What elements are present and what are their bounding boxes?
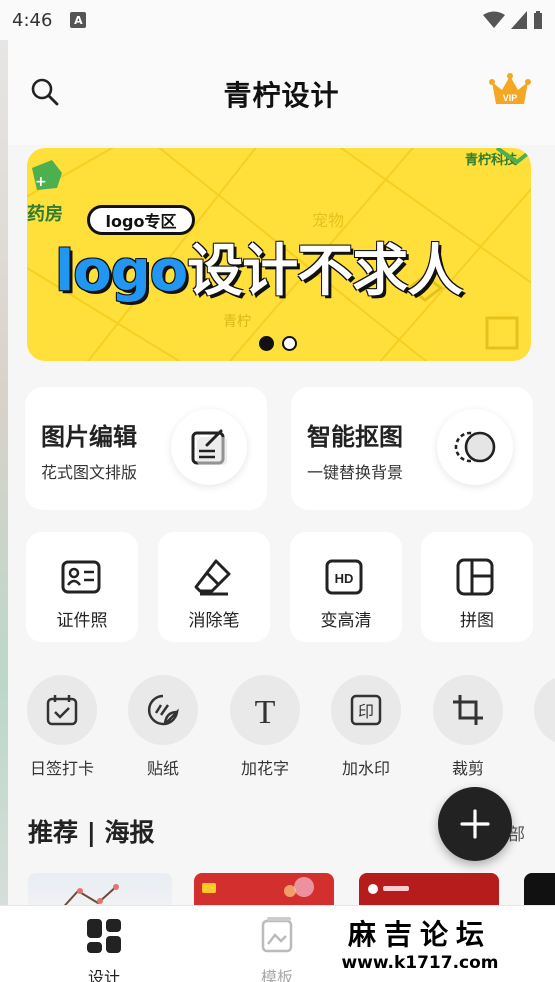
battery-icon bbox=[534, 11, 542, 29]
tool-label: 拼图 bbox=[460, 611, 494, 631]
section-title: 推荐 | 海报 bbox=[28, 818, 155, 847]
banner-pattern-text: 青柠科技 bbox=[465, 152, 518, 168]
wifi-icon bbox=[483, 11, 505, 28]
vip-crown-icon[interactable]: VIP bbox=[488, 70, 532, 110]
status-bar: 4:46 A bbox=[0, 0, 555, 40]
banner-headline-cn: 设计不求人 bbox=[187, 239, 463, 304]
tool-label: 证件照 bbox=[56, 611, 108, 631]
nav-label: 设计 bbox=[87, 968, 120, 982]
template-icon bbox=[261, 917, 293, 953]
banner-headline-en: logo bbox=[55, 239, 188, 304]
svg-text:印: 印 bbox=[358, 702, 374, 721]
background-edge bbox=[0, 0, 8, 982]
collage-icon bbox=[456, 558, 494, 596]
svg-text:+: + bbox=[35, 174, 47, 190]
mini-tool-label: 裁剪 bbox=[451, 759, 484, 778]
feature-subtitle: 花式图文排版 bbox=[41, 463, 138, 482]
watermark-stamp-icon: 印 bbox=[350, 694, 382, 726]
edit-note-icon bbox=[191, 429, 227, 465]
feature-card-image-edit[interactable]: 图片编辑 花式图文排版 bbox=[25, 387, 267, 510]
mini-tool-watermark[interactable]: 印 加水印 bbox=[321, 675, 411, 780]
page-title: 青柠设计 bbox=[223, 79, 340, 112]
banner-dot[interactable] bbox=[282, 336, 297, 351]
banner-pagination bbox=[259, 336, 297, 351]
app-header: 青柠设计 VIP bbox=[8, 40, 555, 145]
id-card-icon bbox=[61, 560, 101, 594]
sticker-icon bbox=[147, 694, 179, 726]
svg-text:HD: HD bbox=[335, 571, 354, 586]
text-t-icon: T bbox=[255, 694, 276, 727]
plus-icon bbox=[460, 809, 490, 839]
watermark-url: www.k1717.com bbox=[341, 953, 499, 973]
eraser-icon bbox=[194, 559, 231, 596]
banner-headline: logo设计不求人 bbox=[55, 226, 525, 304]
mini-tool-label: 日签打卡 bbox=[29, 759, 94, 778]
nav-label: 模板 bbox=[260, 968, 293, 982]
tool-id-photo[interactable]: 证件照 bbox=[26, 532, 138, 642]
feature-card-cutout[interactable]: 智能抠图 一键替换背景 bbox=[291, 387, 533, 510]
mini-tool-partial[interactable] bbox=[524, 675, 555, 780]
watermark-name: 麻吉论坛 bbox=[347, 918, 492, 951]
crop-icon bbox=[453, 695, 483, 725]
tool-hd[interactable]: HD 变高清 bbox=[290, 532, 402, 642]
mini-tool-crop[interactable]: 裁剪 bbox=[423, 675, 513, 780]
mini-tool-circle: T bbox=[230, 675, 300, 745]
feature-icon-circle bbox=[171, 409, 247, 485]
vip-label: VIP bbox=[503, 93, 518, 103]
forum-watermark: 麻吉论坛 www.k1717.com bbox=[330, 913, 510, 977]
mini-tool-label: 贴纸 bbox=[146, 759, 179, 778]
tool-label: 消除笔 bbox=[188, 611, 240, 631]
mini-tool-fancy-text[interactable]: T 加花字 bbox=[220, 675, 310, 780]
main-content: + 药房 青柠科技 宠物 青柠 logo专区 logo设计不求人 图片编辑 花式… bbox=[8, 145, 555, 913]
calendar-check-icon bbox=[46, 695, 78, 726]
add-fab-button[interactable] bbox=[438, 787, 512, 861]
banner-pattern-text: 药房 bbox=[27, 203, 63, 225]
banner-dot-active[interactable] bbox=[259, 336, 274, 351]
hd-icon: HD bbox=[325, 559, 363, 595]
notification-icon: A bbox=[70, 12, 87, 28]
mini-tool-circle bbox=[27, 675, 97, 745]
promo-banner[interactable]: + 药房 青柠科技 宠物 青柠 logo专区 logo设计不求人 bbox=[27, 148, 531, 361]
banner-pattern-text: 青柠 bbox=[223, 314, 251, 330]
feature-title: 图片编辑 bbox=[41, 423, 137, 451]
tool-eraser[interactable]: 消除笔 bbox=[158, 532, 270, 642]
tool-label: 变高清 bbox=[320, 611, 372, 631]
mini-tool-label: 加花字 bbox=[240, 759, 289, 778]
grid-design-icon bbox=[87, 919, 121, 953]
mini-tool-sticker[interactable]: 贴纸 bbox=[118, 675, 208, 780]
tool-collage[interactable]: 拼图 bbox=[421, 532, 533, 642]
mini-tool-circle bbox=[534, 675, 555, 745]
feature-title: 智能抠图 bbox=[307, 423, 403, 451]
mini-tool-circle: 印 bbox=[331, 675, 401, 745]
feature-icon-circle bbox=[437, 409, 513, 485]
mini-tool-circle bbox=[128, 675, 198, 745]
nav-item-design[interactable]: 设计 bbox=[64, 916, 144, 982]
mini-tool-daily-sign[interactable]: 日签打卡 bbox=[17, 675, 107, 780]
mini-tool-circle bbox=[433, 675, 503, 745]
feature-subtitle: 一键替换背景 bbox=[307, 463, 404, 482]
status-icons bbox=[483, 11, 543, 29]
nav-item-template[interactable]: 模板 bbox=[237, 916, 317, 982]
svg-text:T: T bbox=[255, 694, 276, 727]
signal-icon bbox=[511, 11, 527, 29]
mini-tool-label: 加水印 bbox=[341, 759, 390, 778]
status-time: 4:46 bbox=[12, 9, 53, 31]
cutout-circles-icon bbox=[454, 431, 496, 463]
